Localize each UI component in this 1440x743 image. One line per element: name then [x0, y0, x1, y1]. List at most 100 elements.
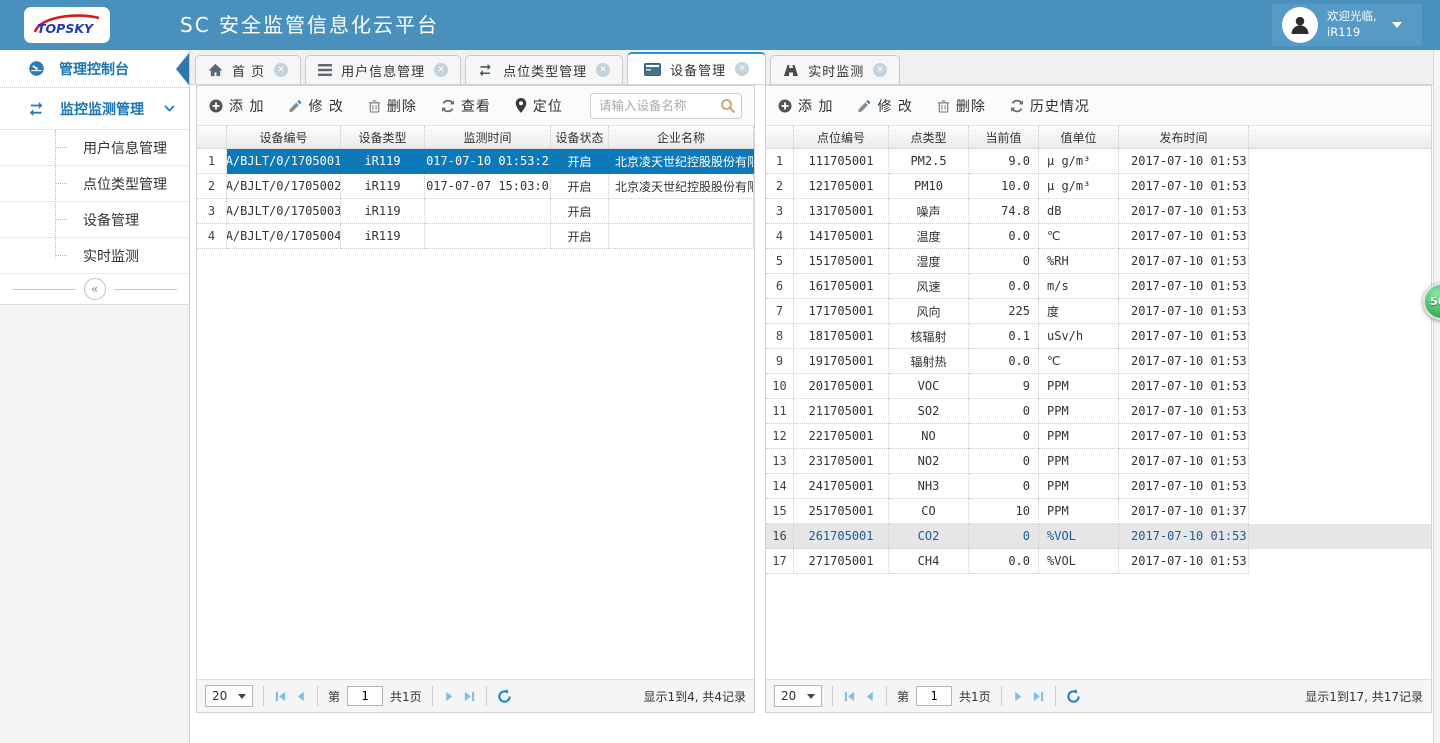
sidebar-item-user-info[interactable]: 用户信息管理 [0, 130, 189, 166]
page-size-select[interactable]: 20 [205, 685, 253, 707]
table-row[interactable]: 1111705001PM2.59.0μ g/m³2017-07-10 01:53… [766, 149, 1431, 174]
column-header-device-id[interactable]: 设备编号 [227, 126, 341, 148]
tab-user-info[interactable]: 用户信息管理 ✕ [305, 55, 461, 84]
row-filler [1249, 174, 1431, 199]
table-cell: NO [889, 424, 969, 449]
sidebar-item-realtime[interactable]: 实时监测 [0, 238, 189, 274]
next-page-button[interactable] [443, 690, 456, 703]
sidebar-item-monitor-group[interactable]: 监控监测管理 [0, 88, 189, 130]
column-header-index[interactable] [197, 126, 227, 148]
tab-device-management[interactable]: 设备管理 ✕ [627, 52, 766, 84]
edit-button[interactable]: 修 改 [857, 96, 912, 116]
sidebar: 管理控制台 监控监测管理 用户信息管理 [0, 50, 190, 743]
tab-label: 设备管理 [670, 60, 726, 79]
table-row[interactable]: 11211705001SO20PPM2017-07-10 01:53:22 [766, 399, 1431, 424]
prev-page-button[interactable] [863, 690, 876, 703]
column-header-point-id[interactable]: 点位编号 [794, 126, 889, 148]
refresh-button[interactable] [1066, 689, 1081, 704]
first-page-button[interactable] [274, 690, 287, 703]
table-cell: 0.0 [969, 224, 1039, 249]
user-menu[interactable]: 欢迎光临, iR119 [1272, 4, 1422, 46]
table-row[interactable]: 3131705001噪声74.8dB2017-07-10 01:53:22 [766, 199, 1431, 224]
chevron-down-icon[interactable] [164, 105, 175, 112]
page-number-input[interactable] [347, 686, 383, 706]
first-page-button[interactable] [843, 690, 856, 703]
tab-close-icon[interactable]: ✕ [274, 63, 288, 77]
table-cell: 开启 [551, 224, 609, 249]
edit-button[interactable]: 修 改 [288, 96, 343, 116]
next-page-button[interactable] [1012, 690, 1025, 703]
refresh-button[interactable] [497, 689, 512, 704]
column-header-current-value[interactable]: 当前值 [969, 126, 1039, 148]
tab-label: 首 页 [232, 61, 265, 80]
tab-point-type[interactable]: 点位类型管理 ✕ [465, 55, 623, 84]
search-icon[interactable] [720, 98, 736, 114]
table-row[interactable]: 17271705001CH40.0%VOL2017-07-10 01:53:21 [766, 549, 1431, 574]
table-row[interactable]: 16261705001CO20%VOL2017-07-10 01:53:22 [766, 524, 1431, 549]
prev-page-icon [294, 690, 307, 703]
table-cell: 2017-07-10 01:53:22 [1119, 249, 1249, 274]
last-page-button[interactable] [463, 690, 476, 703]
table-row[interactable]: 4A/BJLT/0/1705004iR119开启 [197, 224, 754, 249]
table-row[interactable]: 2121705001PM1010.0μ g/m³2017-07-10 01:53… [766, 174, 1431, 199]
tab-close-icon[interactable]: ✕ [873, 63, 887, 77]
collapse-button[interactable]: « [84, 278, 106, 300]
tab-close-icon[interactable]: ✕ [596, 63, 610, 77]
person-icon [1289, 14, 1311, 36]
sidebar-item-console[interactable]: 管理控制台 [0, 50, 189, 88]
column-header-device-status[interactable]: 设备状态 [551, 126, 609, 148]
table-row[interactable]: 9191705001辐射热0.0℃2017-07-10 01:53:21 [766, 349, 1431, 374]
column-header-monitor-time[interactable]: 监测时间 [425, 126, 551, 148]
table-row[interactable]: 15251705001CO10PPM2017-07-10 01:37:01 [766, 499, 1431, 524]
column-header-unit[interactable]: 值单位 [1039, 126, 1119, 148]
sidebar-item-device[interactable]: 设备管理 [0, 202, 189, 238]
table-cell: 核辐射 [889, 324, 969, 349]
column-header-index[interactable] [766, 126, 794, 148]
sidebar-console-label: 管理控制台 [59, 59, 129, 79]
table-row[interactable]: 1A/BJLT/0/1705001iR1192017-07-10 01:53:2… [197, 149, 754, 174]
table-row[interactable]: 6161705001风速0.0m/s2017-07-10 01:53:21 [766, 274, 1431, 299]
sidebar-item-point-type[interactable]: 点位类型管理 [0, 166, 189, 202]
tab-close-icon[interactable]: ✕ [434, 63, 448, 77]
table-row[interactable]: 5151705001湿度0%RH2017-07-10 01:53:22 [766, 249, 1431, 274]
locate-button[interactable]: 定位 [515, 96, 563, 116]
delete-button[interactable]: 删除 [368, 96, 417, 116]
table-row[interactable]: 7171705001风向225度2017-07-10 01:53:21 [766, 299, 1431, 324]
column-header-point-type[interactable]: 点类型 [889, 126, 969, 148]
column-header-publish-time[interactable]: 发布时间 [1119, 126, 1249, 148]
table-row[interactable]: 3A/BJLT/0/1705003iR119开启 [197, 199, 754, 224]
right-scroll-strip[interactable] [1433, 50, 1440, 743]
page-number-input[interactable] [916, 686, 952, 706]
page-size-select[interactable]: 20 [774, 685, 822, 707]
table-row[interactable]: 8181705001核辐射0.1uSv/h2017-07-10 01:53:21 [766, 324, 1431, 349]
table-row[interactable]: 2A/BJLT/0/1705002iR1192017-07-07 15:03:0… [197, 174, 754, 199]
history-button[interactable]: 历史情况 [1010, 96, 1090, 116]
delete-button[interactable]: 删除 [937, 96, 986, 116]
sidebar-item-label: 设备管理 [83, 210, 139, 230]
table-row[interactable]: 14241705001NH30PPM2017-07-10 01:53:21 [766, 474, 1431, 499]
tab-label: 实时监测 [808, 61, 864, 80]
topsky-logo[interactable]: TOPSKY [24, 7, 110, 43]
tree-stub [55, 255, 67, 256]
add-button[interactable]: 添 加 [778, 96, 833, 116]
table-row[interactable]: 4141705001温度0.0℃2017-07-10 01:53:22 [766, 224, 1431, 249]
add-button[interactable]: 添 加 [209, 96, 264, 116]
table-row[interactable]: 12221705001NO0PPM2017-07-10 01:53:21 [766, 424, 1431, 449]
divider [263, 686, 264, 706]
table-cell: 0 [969, 474, 1039, 499]
table-row[interactable]: 10201705001VOC9PPM2017-07-10 01:53:22 [766, 374, 1431, 399]
tab-realtime-monitor[interactable]: 实时监测 ✕ [770, 55, 900, 84]
table-row[interactable]: 13231705001NO20PPM2017-07-10 01:53:22 [766, 449, 1431, 474]
page-word: 第 [897, 688, 909, 705]
record-summary: 显示1到17, 共17记录 [1305, 688, 1423, 705]
tab-close-icon[interactable]: ✕ [735, 62, 749, 76]
last-page-button[interactable] [1032, 690, 1045, 703]
table-cell: 9.0 [969, 149, 1039, 174]
column-header-device-type[interactable]: 设备类型 [341, 126, 425, 148]
prev-page-button[interactable] [294, 690, 307, 703]
view-button[interactable]: 查看 [441, 96, 491, 116]
tab-home[interactable]: 首 页 ✕ [195, 55, 301, 84]
column-header-company[interactable]: 企业名称 [609, 126, 754, 148]
user-caret-down-icon[interactable] [1392, 22, 1402, 28]
sidebar-group-label: 监控监测管理 [60, 99, 144, 119]
